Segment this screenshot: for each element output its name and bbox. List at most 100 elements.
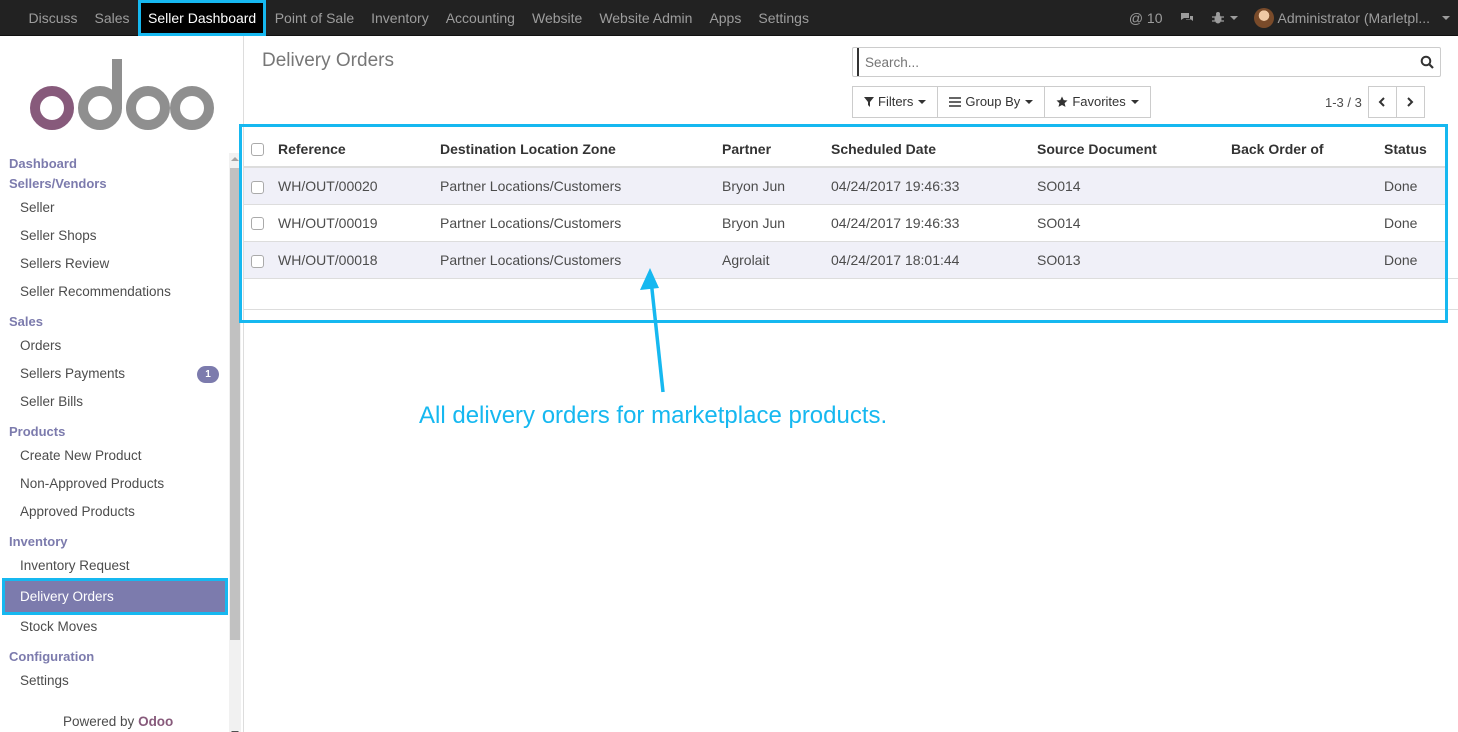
filter-icon [864,97,874,107]
table-row[interactable]: WH/OUT/00018 Partner Locations/Customers… [244,240,1446,278]
search-options: Filters Group By Favorites [852,86,1151,118]
chevron-down-icon [1025,100,1034,104]
cell-reference: WH/OUT/00019 [272,203,434,241]
cell-destination-zone: Partner Locations/Customers [434,166,716,204]
menu-inventory[interactable]: Inventory [363,0,438,36]
column-header-back-order-of[interactable]: Back Order of [1225,131,1378,168]
powered-by-footer: Powered by Odoo [63,714,173,729]
cell-partner: Bryon Jun [716,203,825,241]
row-select-cell [244,240,272,278]
filters-label: Filters [878,94,914,109]
cell-scheduled-date: 04/24/2017 19:46:33 [825,203,1031,241]
cell-status: Done [1378,203,1446,241]
chat-icon[interactable] [1179,11,1195,25]
odoo-logo[interactable] [30,56,215,136]
notification-badge: 1 [197,366,219,383]
menu-website-admin[interactable]: Website Admin [591,0,701,36]
sidebar: Dashboard Sellers/Vendors Seller Seller … [0,36,244,732]
cell-partner: Agrolait [716,240,825,278]
column-header-source-document[interactable]: Source Document [1031,131,1225,168]
pager-previous-button[interactable] [1367,86,1397,118]
star-icon [1056,96,1068,107]
search-input[interactable] [857,48,1397,76]
menu-apps[interactable]: Apps [701,0,750,36]
sidebar-section-products: Products [9,424,66,439]
menu-settings[interactable]: Settings [750,0,818,36]
sidebar-item-seller-bills[interactable]: Seller Bills [0,388,228,416]
select-all-checkbox[interactable] [251,143,264,157]
sidebar-section-sales: Sales [9,314,43,329]
sidebar-item-settings[interactable]: Settings [0,667,228,695]
sidebar-item-seller[interactable]: Seller [0,194,228,222]
pager-next-button[interactable] [1395,86,1425,118]
delivery-orders-list: Reference Destination Location Zone Part… [244,131,1458,310]
row-checkbox[interactable] [251,180,264,194]
column-header-scheduled-date[interactable]: Scheduled Date [825,131,1031,168]
sidebar-item-inventory-request[interactable]: Inventory Request [0,552,228,580]
pager-value[interactable]: 1-3 / 3 [1325,95,1362,110]
table-row[interactable]: WH/OUT/00020 Partner Locations/Customers… [244,166,1446,204]
sidebar-item-label: Sellers Payments [20,366,126,381]
cell-status: Done [1378,166,1446,204]
list-table: Reference Destination Location Zone Part… [244,131,1446,278]
sidebar-section-dashboard[interactable]: Dashboard [0,154,228,174]
sidebar-item-orders[interactable]: Orders [0,332,228,360]
bars-icon [949,97,962,107]
breadcrumb-page-title: Delivery Orders [262,50,394,71]
user-menu[interactable]: Administrator (Marletpl... [1253,8,1450,28]
menu-website[interactable]: Website [523,0,590,36]
chevron-left-icon [1378,97,1386,107]
select-all-cell [244,131,272,168]
group-by-label: Group By [965,94,1021,109]
cell-destination-zone: Partner Locations/Customers [434,240,716,278]
sidebar-item-create-new-product[interactable]: Create New Product [0,442,228,470]
chevron-down-icon [1130,100,1139,104]
cell-status: Done [1378,240,1446,278]
sidebar-scrollbar[interactable] [229,153,241,732]
sidebar-item-sellers-review[interactable]: Sellers Review [0,250,228,278]
scrollbar-thumb[interactable] [230,168,240,640]
table-header-row: Reference Destination Location Zone Part… [244,131,1446,168]
table-row[interactable]: WH/OUT/00019 Partner Locations/Customers… [244,203,1446,241]
chevron-down-icon [1229,16,1238,20]
cell-source-document: SO014 [1031,166,1225,204]
chevron-down-icon [1442,16,1450,20]
sidebar-section-sellers-vendors: Sellers/Vendors [9,176,107,191]
column-header-destination-zone[interactable]: Destination Location Zone [434,131,716,168]
cell-back-order-of [1225,203,1378,241]
filters-button[interactable]: Filters [852,86,939,118]
menu-discuss[interactable]: Discuss [20,0,86,36]
annotation-callout: All delivery orders for marketplace prod… [419,402,888,429]
sidebar-item-approved-products[interactable]: Approved Products [0,498,228,526]
row-select-cell [244,166,272,204]
debug-bug-icon[interactable] [1211,11,1238,25]
row-checkbox[interactable] [251,254,264,268]
system-tray: @ 10 Administrator (Marletpl... [1113,0,1450,36]
menu-sales[interactable]: Sales [86,0,138,36]
column-header-status[interactable]: Status [1378,131,1446,168]
sidebar-item-stock-moves[interactable]: Stock Moves [0,613,228,641]
top-navbar: Discuss Sales Seller Dashboard Point of … [0,0,1458,36]
column-header-reference[interactable]: Reference [272,131,434,168]
menu-seller-dashboard[interactable]: Seller Dashboard [138,0,267,36]
sidebar-item-non-approved-products[interactable]: Non-Approved Products [0,470,228,498]
sidebar-item-seller-shops[interactable]: Seller Shops [0,222,228,250]
cell-partner: Bryon Jun [716,166,825,204]
row-checkbox[interactable] [251,217,264,231]
favorites-button[interactable]: Favorites [1044,86,1151,118]
scroll-up-icon[interactable] [231,157,239,161]
menu-point-of-sale[interactable]: Point of Sale [266,0,362,36]
menu-accounting[interactable]: Accounting [437,0,523,36]
group-by-button[interactable]: Group By [937,86,1046,118]
sidebar-item-sellers-payments[interactable]: Sellers Payments 1 [0,360,228,388]
cell-back-order-of [1225,166,1378,204]
column-header-partner[interactable]: Partner [716,131,825,168]
sidebar-item-seller-recommendations[interactable]: Seller Recommendations [0,278,228,306]
search-icon[interactable] [1420,55,1434,69]
user-name: Administrator (Marletpl... [1277,10,1430,26]
cell-scheduled-date: 04/24/2017 18:01:44 [825,240,1031,278]
sidebar-item-delivery-orders[interactable]: Delivery Orders [2,578,228,615]
powered-by-brand-link[interactable]: Odoo [138,714,173,729]
cell-destination-zone: Partner Locations/Customers [434,203,716,241]
mentions-counter[interactable]: @ 10 [1129,10,1163,26]
